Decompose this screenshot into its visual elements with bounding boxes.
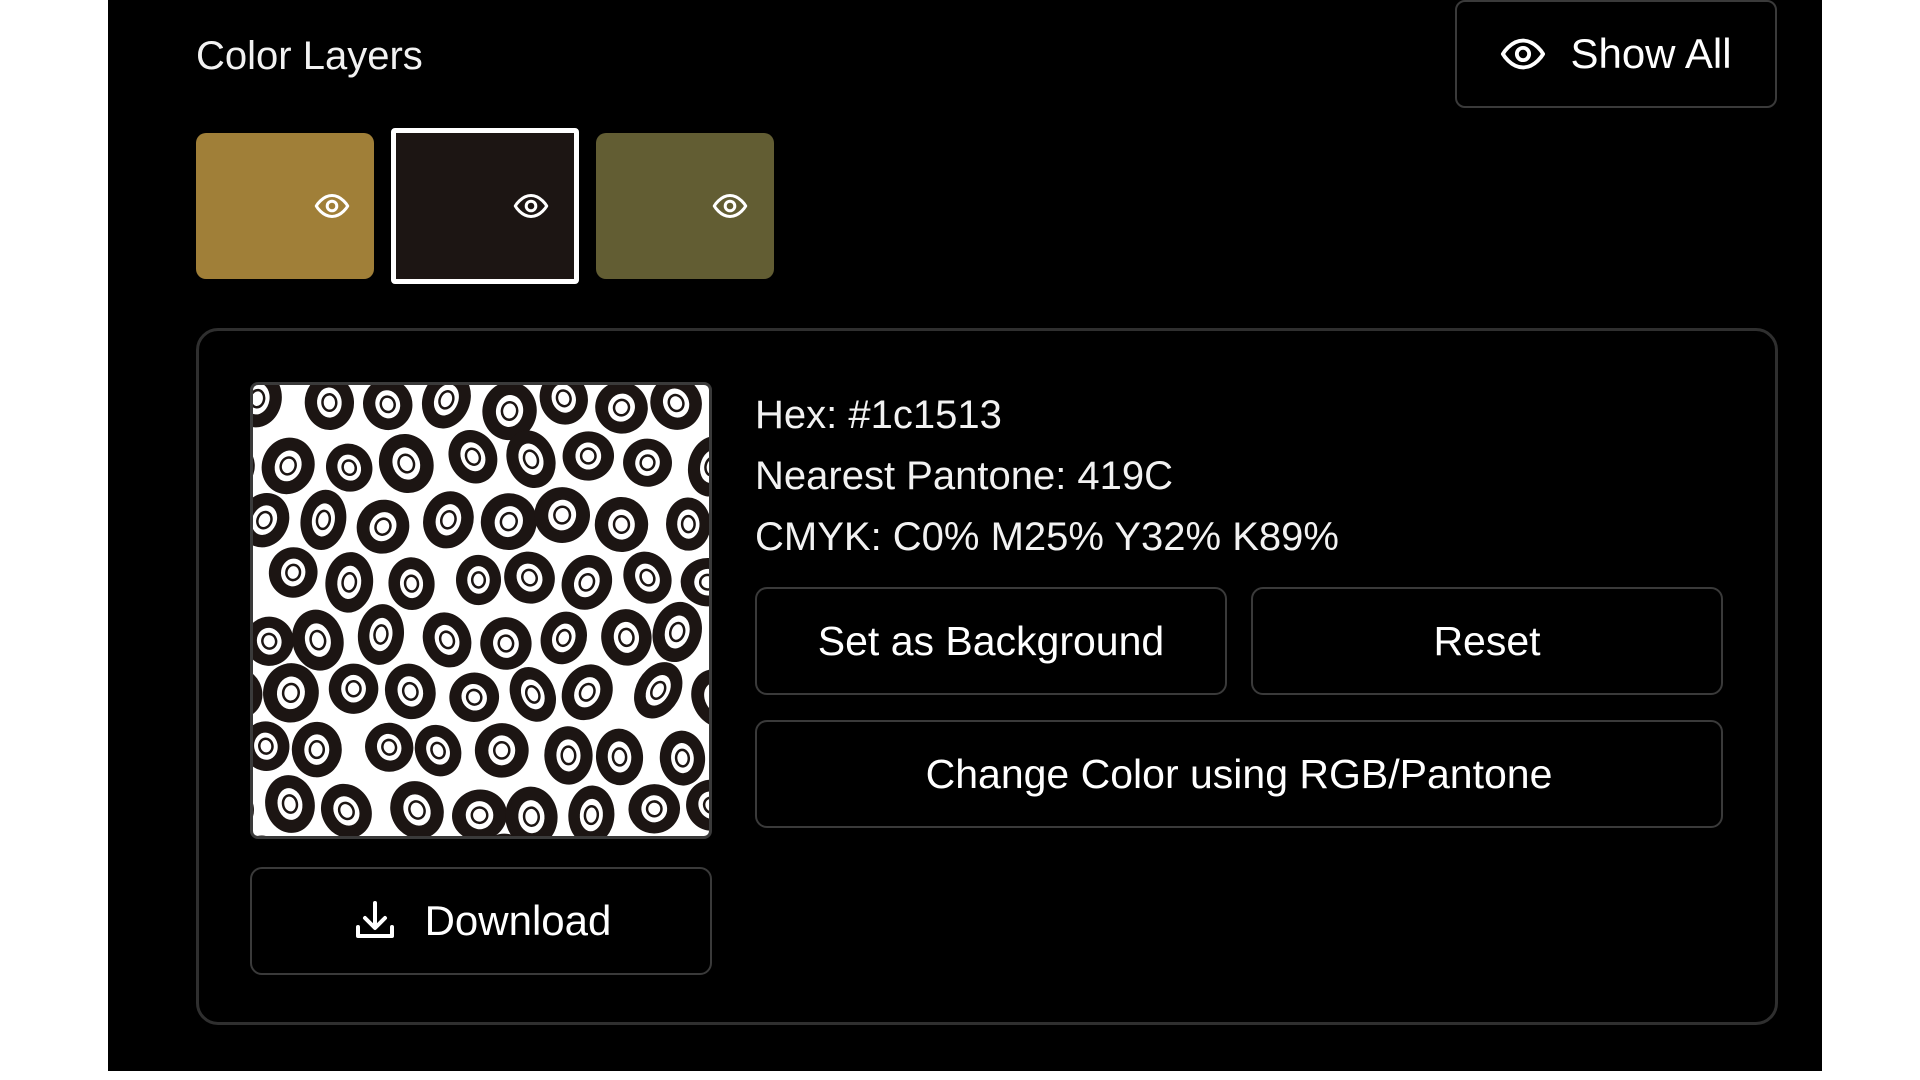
pattern-spot bbox=[568, 785, 615, 836]
pattern-spot bbox=[356, 499, 410, 554]
pattern-spot bbox=[390, 781, 444, 836]
pattern-spot bbox=[253, 547, 261, 612]
layer-detail-card: Download Hex: #1c1513 Nearest Pantone: 4… bbox=[196, 328, 1778, 1025]
color-info: Hex: #1c1513 Nearest Pantone: 419C CMYK:… bbox=[755, 385, 1339, 568]
pattern-spot bbox=[544, 726, 593, 785]
pattern-spot bbox=[253, 385, 282, 428]
eye-icon[interactable] bbox=[314, 188, 350, 224]
set-background-button[interactable]: Set as Background bbox=[755, 587, 1227, 695]
hex-value: Hex: #1c1513 bbox=[755, 393, 1002, 437]
pattern-spot bbox=[253, 785, 254, 835]
pattern-spot bbox=[691, 669, 709, 728]
pattern-spot bbox=[325, 443, 373, 492]
pattern-spot bbox=[474, 723, 529, 778]
pattern-spot bbox=[325, 552, 374, 613]
eye-icon[interactable] bbox=[513, 188, 549, 224]
pattern-spot bbox=[628, 784, 681, 834]
pattern-spot bbox=[595, 728, 644, 786]
pattern-spot bbox=[659, 730, 706, 786]
color-swatch-1[interactable] bbox=[196, 133, 374, 279]
pattern-spot bbox=[680, 557, 709, 607]
pattern-spot bbox=[263, 663, 319, 723]
pattern-spot bbox=[378, 433, 434, 494]
pattern-spot bbox=[480, 493, 537, 551]
color-layers-panel: Color Layers Show All Download Hex: #1c1… bbox=[108, 0, 1822, 1071]
pattern-spot bbox=[480, 617, 532, 670]
pattern-spot bbox=[666, 497, 709, 551]
pattern-spot bbox=[509, 667, 557, 722]
pattern-spot bbox=[414, 724, 462, 777]
pattern-spot bbox=[652, 601, 702, 663]
pattern-spot bbox=[253, 721, 290, 771]
section-title: Color Layers bbox=[196, 34, 423, 78]
pattern-spot bbox=[505, 786, 558, 836]
eye-icon bbox=[1501, 38, 1546, 70]
pattern-spot bbox=[423, 491, 474, 549]
pattern-spot bbox=[687, 436, 709, 497]
pattern-spot bbox=[539, 385, 588, 425]
pattern-spot bbox=[300, 489, 347, 551]
pattern-spot bbox=[534, 487, 591, 543]
pattern-spot bbox=[504, 551, 555, 604]
pattern-spot bbox=[365, 722, 414, 772]
download-button[interactable]: Download bbox=[250, 867, 712, 975]
pattern-spot bbox=[357, 604, 405, 665]
pattern-spot bbox=[634, 662, 683, 719]
reset-button[interactable]: Reset bbox=[1251, 587, 1723, 695]
eye-icon[interactable] bbox=[712, 188, 748, 224]
pattern-spot bbox=[422, 612, 472, 668]
pattern-spot bbox=[320, 783, 372, 836]
change-color-button[interactable]: Change Color using RGB/Pantone bbox=[755, 720, 1723, 828]
pattern-spot bbox=[328, 663, 379, 714]
pattern-spot bbox=[449, 672, 500, 722]
show-all-button[interactable]: Show All bbox=[1455, 0, 1777, 108]
pattern-spot bbox=[265, 775, 315, 833]
pattern-spot bbox=[363, 385, 413, 431]
download-label: Download bbox=[424, 897, 612, 944]
show-all-label: Show All bbox=[1570, 30, 1732, 77]
pattern-spot bbox=[384, 663, 436, 720]
download-icon bbox=[355, 901, 394, 938]
pattern-spot bbox=[561, 664, 613, 721]
pattern-spot bbox=[623, 551, 672, 604]
pattern-spot bbox=[304, 385, 355, 431]
pattern-spot bbox=[253, 492, 290, 548]
pattern-spot bbox=[540, 611, 588, 665]
pattern-spot bbox=[561, 555, 613, 610]
pattern-spot bbox=[708, 726, 709, 788]
pattern-spot bbox=[291, 721, 342, 778]
color-swatch-2[interactable] bbox=[391, 128, 579, 284]
pattern-spot bbox=[650, 385, 702, 430]
pattern-preview bbox=[250, 382, 712, 839]
pattern-spot bbox=[601, 609, 652, 666]
cmyk-value: CMYK: C0% M25% Y32% K89% bbox=[755, 515, 1339, 559]
pattern-spot bbox=[594, 496, 649, 553]
pattern-spot bbox=[452, 789, 508, 836]
pattern-spot bbox=[623, 438, 672, 487]
color-swatch-3[interactable] bbox=[596, 133, 774, 279]
pattern-spot bbox=[388, 557, 435, 611]
pantone-value: Nearest Pantone: 419C bbox=[755, 454, 1174, 498]
pattern-spot bbox=[421, 385, 471, 429]
pattern-spot bbox=[268, 547, 318, 598]
pattern-spot bbox=[562, 431, 615, 481]
pattern-spot bbox=[261, 437, 315, 495]
pattern-spot bbox=[456, 554, 502, 606]
leopard-pattern-preview bbox=[253, 385, 709, 836]
